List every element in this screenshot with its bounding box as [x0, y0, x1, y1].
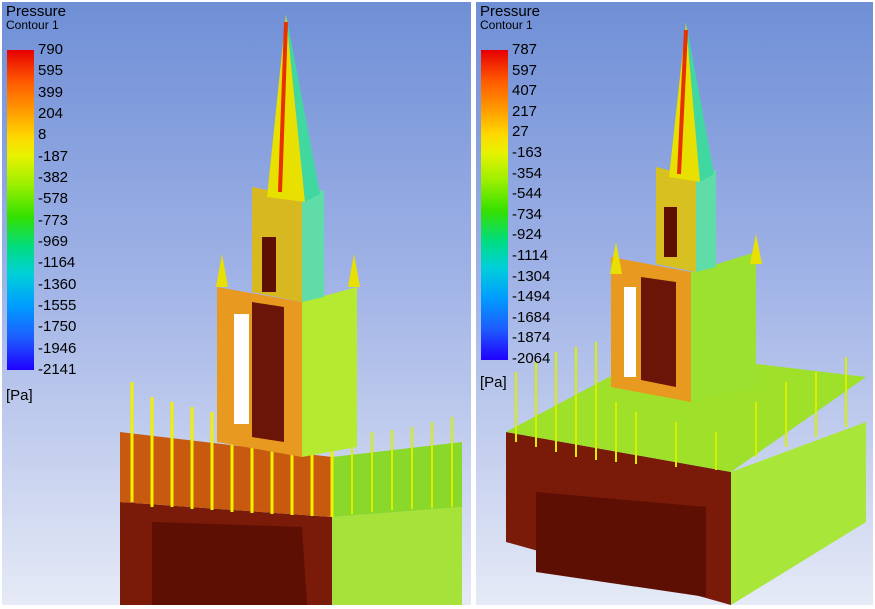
- color-scale-bar: [481, 50, 508, 360]
- legend-unit: [Pa]: [480, 374, 507, 391]
- tower-dark-face: [252, 302, 284, 442]
- legend-tick: 595: [38, 62, 64, 79]
- legend-tick: 8: [38, 126, 47, 143]
- legend-subtitle: Contour 1: [6, 18, 59, 32]
- base-front-dark: [152, 522, 307, 605]
- pinnacle-right: [750, 234, 762, 264]
- color-scale-bar: [7, 50, 34, 370]
- belfry-side: [696, 170, 716, 272]
- legend-tick: 787: [512, 41, 538, 58]
- legend-tick: -382: [38, 169, 69, 186]
- legend-tick: -1946: [38, 340, 77, 357]
- tower-window: [624, 287, 636, 377]
- legend-tick: 407: [512, 82, 538, 99]
- pinnacle-left: [216, 254, 228, 287]
- legend-tick: -1164: [38, 254, 76, 271]
- tower-dark-face: [641, 277, 676, 387]
- pinnacle-right: [348, 254, 360, 287]
- legend-subtitle: Contour 1: [480, 18, 533, 32]
- belfry-front: [252, 187, 302, 302]
- legend-tick: -1555: [38, 297, 77, 314]
- legend-tick: -163: [512, 144, 543, 161]
- legend-tick: 597: [512, 62, 538, 79]
- legend-tick: -1114: [512, 247, 549, 264]
- tower-window: [234, 314, 249, 424]
- belfry-opening: [664, 207, 677, 257]
- legend-tick: -578: [38, 190, 69, 207]
- belfry-opening: [262, 237, 276, 292]
- viewport-right[interactable]: Pressure Contour 1 787 597 407 217 27 -1…: [476, 2, 873, 605]
- legend-tick: -773: [38, 212, 69, 229]
- legend-tick: -1750: [38, 318, 77, 335]
- legend-tick: -1494: [512, 288, 551, 305]
- legend-tick: 204: [38, 105, 64, 122]
- legend-title: Pressure: [480, 3, 541, 20]
- legend-title: Pressure: [6, 3, 67, 20]
- legend-tick: 399: [38, 84, 64, 101]
- viewport-left[interactable]: Pressure Contour 1 790 595 399 204 8 -18…: [2, 2, 471, 605]
- legend-tick: 790: [38, 41, 64, 58]
- belfry-side: [302, 190, 324, 302]
- legend-tick: -1684: [512, 309, 551, 326]
- legend-tick: -354: [512, 165, 543, 182]
- tower-side: [302, 287, 357, 457]
- legend-tick: -1360: [38, 276, 77, 293]
- legend-tick: -734: [512, 206, 543, 223]
- legend-tick: -924: [512, 226, 543, 243]
- legend-tick: -1304: [512, 268, 551, 285]
- base-side-face: [332, 507, 462, 605]
- legend-tick: 27: [512, 123, 529, 140]
- legend-tick: -969: [38, 233, 69, 250]
- tower-side: [691, 252, 756, 402]
- legend-tick: -2064: [512, 350, 551, 367]
- base-front-dark: [536, 492, 706, 597]
- legend-tick: 217: [512, 103, 538, 120]
- legend-tick: -544: [512, 185, 543, 202]
- legend-unit: [Pa]: [6, 387, 33, 404]
- legend-tick: -2141: [38, 361, 77, 378]
- legend-tick: -187: [38, 148, 69, 165]
- legend-tick: -1874: [512, 329, 551, 346]
